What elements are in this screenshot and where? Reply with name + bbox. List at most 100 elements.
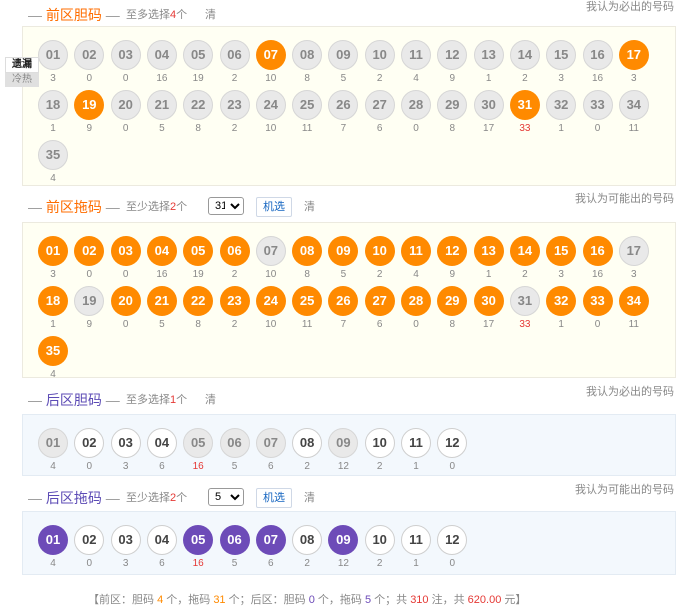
ball-20[interactable]: 20 — [110, 90, 141, 120]
ball-12[interactable]: 12 — [437, 40, 468, 70]
ball-28[interactable]: 28 — [401, 286, 431, 316]
ball-04[interactable]: 04 — [146, 40, 177, 70]
ball-32[interactable]: 32 — [546, 286, 577, 316]
ball-24[interactable]: 24 — [255, 286, 286, 316]
ball-07[interactable]: 07 — [255, 428, 286, 458]
ball-03[interactable]: 03 — [110, 236, 141, 266]
ball-33[interactable]: 33 — [582, 90, 613, 120]
ball-13[interactable]: 13 — [473, 40, 504, 70]
clear-button[interactable]: 清 — [205, 389, 216, 411]
ball-19[interactable]: 19 — [74, 286, 105, 316]
ball-01[interactable]: 01 — [38, 236, 68, 266]
ball-10[interactable]: 10 — [364, 236, 395, 266]
ball-02[interactable]: 02 — [74, 525, 105, 555]
ball-03[interactable]: 03 — [110, 525, 141, 555]
ball-08[interactable]: 08 — [292, 428, 323, 458]
ball-28[interactable]: 28 — [401, 90, 431, 120]
ball-08[interactable]: 08 — [292, 236, 323, 266]
ball-05[interactable]: 05 — [183, 236, 214, 266]
ball-23[interactable]: 23 — [219, 90, 250, 120]
ball-02[interactable]: 02 — [74, 40, 105, 70]
ball-31[interactable]: 31 — [509, 90, 540, 120]
ball-01[interactable]: 01 — [38, 40, 68, 70]
ball-06[interactable]: 06 — [219, 40, 250, 70]
ball-32[interactable]: 32 — [546, 90, 577, 120]
ball-05[interactable]: 05 — [183, 525, 214, 555]
ball-01[interactable]: 01 — [38, 525, 68, 555]
clear-button[interactable]: 清 — [205, 4, 216, 26]
ball-10[interactable]: 10 — [364, 40, 395, 70]
tab-missing[interactable]: 遗漏 — [5, 57, 39, 73]
ball-27[interactable]: 27 — [364, 90, 395, 120]
ball-29[interactable]: 29 — [437, 90, 468, 120]
ball-35[interactable]: 35 — [38, 336, 68, 366]
ball-04[interactable]: 04 — [146, 525, 177, 555]
ball-09[interactable]: 09 — [328, 428, 359, 458]
tab-hot-cold[interactable]: 冷热 — [5, 73, 39, 87]
ball-13[interactable]: 13 — [473, 236, 504, 266]
ball-07[interactable]: 07 — [255, 236, 286, 266]
ball-16[interactable]: 16 — [582, 236, 613, 266]
ball-17[interactable]: 17 — [618, 236, 649, 266]
ball-06[interactable]: 06 — [219, 428, 250, 458]
ball-03[interactable]: 03 — [110, 40, 141, 70]
ball-09[interactable]: 09 — [328, 40, 359, 70]
ball-25[interactable]: 25 — [292, 90, 323, 120]
ball-02[interactable]: 02 — [74, 236, 105, 266]
ball-15[interactable]: 15 — [546, 40, 577, 70]
ball-25[interactable]: 25 — [292, 286, 323, 316]
ball-30[interactable]: 30 — [473, 286, 504, 316]
ball-04[interactable]: 04 — [146, 428, 177, 458]
random-pick-button[interactable]: 机选 — [256, 197, 292, 217]
ball-14[interactable]: 14 — [509, 40, 540, 70]
ball-12[interactable]: 12 — [437, 525, 468, 555]
ball-08[interactable]: 08 — [292, 40, 323, 70]
ball-06[interactable]: 06 — [219, 236, 250, 266]
ball-34[interactable]: 34 — [618, 286, 649, 316]
ball-10[interactable]: 10 — [364, 525, 395, 555]
ball-20[interactable]: 20 — [110, 286, 141, 316]
ball-18[interactable]: 18 — [38, 90, 68, 120]
ball-07[interactable]: 07 — [255, 525, 286, 555]
ball-23[interactable]: 23 — [219, 286, 250, 316]
ball-11[interactable]: 11 — [401, 40, 431, 70]
ball-07[interactable]: 07 — [255, 40, 286, 70]
ball-21[interactable]: 21 — [146, 90, 177, 120]
ball-17[interactable]: 17 — [618, 40, 649, 70]
ball-16[interactable]: 16 — [582, 40, 613, 70]
ball-30[interactable]: 30 — [473, 90, 504, 120]
ball-14[interactable]: 14 — [509, 236, 540, 266]
ball-12[interactable]: 12 — [437, 236, 468, 266]
ball-05[interactable]: 05 — [183, 428, 214, 458]
ball-34[interactable]: 34 — [618, 90, 649, 120]
clear-button[interactable]: 清 — [304, 487, 315, 509]
ball-09[interactable]: 09 — [328, 236, 359, 266]
ball-03[interactable]: 03 — [110, 428, 141, 458]
ball-11[interactable]: 11 — [401, 428, 431, 458]
random-pick-button[interactable]: 机选 — [256, 488, 292, 508]
count-select[interactable]: 31 — [208, 197, 244, 215]
ball-10[interactable]: 10 — [364, 428, 395, 458]
ball-02[interactable]: 02 — [74, 428, 105, 458]
ball-33[interactable]: 33 — [582, 286, 613, 316]
ball-09[interactable]: 09 — [328, 525, 359, 555]
clear-button[interactable]: 清 — [304, 196, 315, 218]
ball-26[interactable]: 26 — [328, 90, 359, 120]
ball-22[interactable]: 22 — [183, 286, 214, 316]
ball-35[interactable]: 35 — [38, 140, 68, 170]
ball-05[interactable]: 05 — [183, 40, 214, 70]
ball-01[interactable]: 01 — [38, 428, 68, 458]
count-select[interactable]: 5 — [208, 488, 244, 506]
ball-27[interactable]: 27 — [364, 286, 395, 316]
ball-18[interactable]: 18 — [38, 286, 68, 316]
ball-11[interactable]: 11 — [401, 236, 431, 266]
ball-08[interactable]: 08 — [292, 525, 323, 555]
ball-21[interactable]: 21 — [146, 286, 177, 316]
ball-15[interactable]: 15 — [546, 236, 577, 266]
ball-24[interactable]: 24 — [255, 90, 286, 120]
ball-29[interactable]: 29 — [437, 286, 468, 316]
ball-12[interactable]: 12 — [437, 428, 468, 458]
ball-06[interactable]: 06 — [219, 525, 250, 555]
ball-19[interactable]: 19 — [74, 90, 105, 120]
ball-31[interactable]: 31 — [509, 286, 540, 316]
